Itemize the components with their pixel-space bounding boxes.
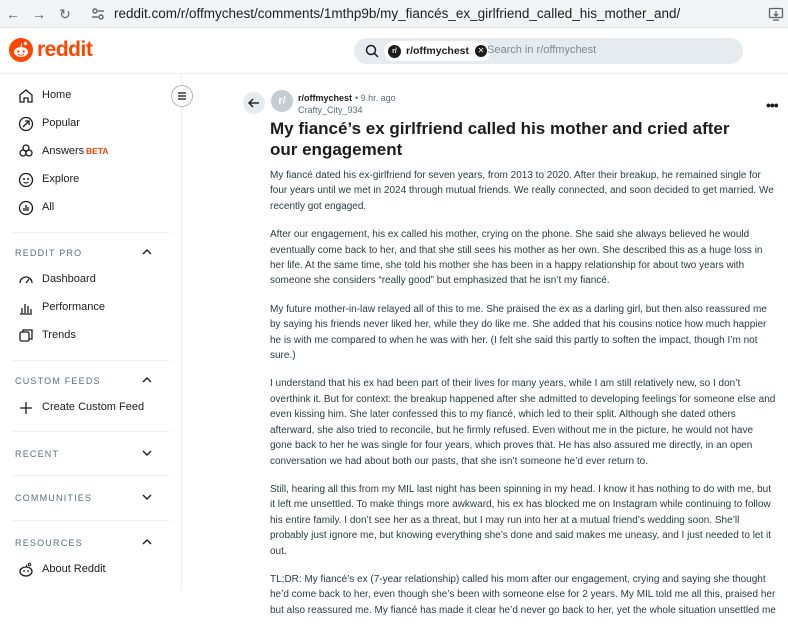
arrow-left-icon (248, 98, 259, 108)
reddit-logo-icon (9, 38, 33, 62)
sidebar-divider (12, 431, 170, 432)
subreddit-chip-avatar: r/ (388, 44, 401, 58)
post-paragraph: After our engagement, his ex called his … (270, 229, 763, 287)
search-input[interactable]: Search in r/offmychest (487, 44, 596, 56)
sidebar-item-label: Popular (42, 117, 80, 129)
sidebar-item-trends[interactable]: Trends (0, 323, 182, 349)
sidebar-item-home[interactable]: Home (0, 83, 182, 109)
dashboard-icon (19, 276, 33, 284)
popular-icon (18, 116, 34, 132)
sidebar-item-answers[interactable]: Answers BETA (0, 139, 182, 165)
section-title-reddit-pro[interactable]: REDDIT PRO (15, 248, 82, 258)
post-author[interactable]: Crafty_City_934 (298, 105, 363, 115)
left-sidebar: Home Popular Answers BETA Explore All RE… (0, 75, 182, 590)
sidebar-item-label: Explore (42, 173, 80, 185)
beta-badge: BETA (86, 146, 109, 156)
plus-icon (20, 402, 32, 414)
sidebar-item-create-custom-feed[interactable]: Create Custom Feed (0, 395, 182, 421)
chevron-up-icon[interactable] (142, 247, 152, 257)
sidebar-divider (12, 232, 170, 233)
sidebar-item-about-reddit[interactable]: About Reddit (0, 557, 182, 583)
post-body: My fiancé dated his ex-girlfriend for se… (270, 168, 778, 631)
sidebar-item-label: Answers (42, 145, 85, 157)
section-title-resources[interactable]: RESOURCES (15, 538, 83, 548)
reddit-icon (19, 562, 33, 577)
sidebar-item-label: Home (42, 89, 72, 101)
reddit-logo[interactable]: reddit (9, 38, 93, 62)
post-paragraph: I understand that his ex had been part o… (270, 378, 776, 467)
post-paragraph: My future mother-in-law relayed all of t… (270, 303, 767, 362)
search-bar[interactable]: r/ r/offmychest ✕ Search in r/offmychest (354, 38, 743, 64)
sidebar-item-popular[interactable]: Popular (0, 111, 182, 137)
post-paragraph: My fiancé dated his ex-girlfriend for se… (270, 170, 774, 212)
hamburger-icon (178, 92, 186, 100)
more-options-icon[interactable]: ••• (766, 97, 779, 113)
subreddit-avatar[interactable]: r/ (271, 90, 293, 112)
subreddit-link[interactable]: r/offmychest (298, 93, 352, 103)
sidebar-item-label: Trends (42, 329, 76, 341)
explore-icon (18, 172, 34, 188)
sidebar-item-explore[interactable]: Explore (0, 167, 182, 193)
chevron-down-icon[interactable] (142, 448, 152, 458)
subreddit-search-chip[interactable]: r/ r/offmychest ✕ (384, 41, 492, 61)
sidebar-item-label: All (42, 201, 55, 213)
sidebar-divider (12, 475, 170, 476)
sidebar-toggle-button[interactable] (171, 85, 193, 107)
sidebar-item-label: Performance (42, 301, 105, 313)
browser-toolbar: ← → ↻ reddit.com/r/offmychest/comments/1… (0, 0, 788, 28)
subreddit-chip-label: r/offmychest (406, 45, 470, 57)
section-title-recent[interactable]: RECENT (15, 449, 59, 459)
sidebar-item-label: Create Custom Feed (42, 401, 145, 413)
chevron-down-icon[interactable] (142, 492, 152, 502)
trends-icon (19, 329, 33, 342)
performance-icon (20, 304, 32, 315)
back-button[interactable] (243, 92, 265, 114)
browser-reload-icon[interactable]: ↻ (56, 5, 74, 23)
browser-forward-icon[interactable]: → (30, 5, 48, 23)
chip-close-icon[interactable]: ✕ (475, 45, 488, 57)
install-app-icon[interactable] (768, 6, 784, 22)
chevron-up-icon[interactable] (142, 375, 152, 385)
site-settings-icon[interactable] (90, 6, 106, 22)
sidebar-item-dashboard[interactable]: Dashboard (0, 267, 182, 293)
section-title-custom-feeds[interactable]: CUSTOM FEEDS (15, 376, 101, 386)
sidebar-divider (12, 520, 170, 521)
search-icon (365, 44, 379, 58)
section-title-communities[interactable]: COMMUNITIES (15, 493, 92, 503)
home-icon (19, 89, 33, 103)
reddit-wordmark: reddit (37, 38, 93, 61)
post-timestamp: • 9 hr. ago (355, 93, 396, 103)
site-header: reddit r/ r/offmychest ✕ Search in r/off… (0, 28, 788, 74)
sidebar-item-label: Dashboard (42, 273, 96, 285)
post-paragraph: TL;DR: My fiancé’s ex (7-year relationsh… (270, 573, 776, 616)
browser-back-icon[interactable]: ← (4, 5, 22, 23)
post-title: My fiancé’s ex girlfriend called his mot… (270, 119, 730, 159)
chevron-up-icon[interactable] (142, 537, 152, 547)
answers-icon (19, 144, 33, 157)
post-paragraph: Still, hearing all this from my MIL last… (270, 483, 772, 557)
all-icon (18, 200, 34, 216)
sidebar-item-label: About Reddit (42, 563, 106, 575)
sidebar-item-all[interactable]: All (0, 195, 182, 221)
sidebar-divider (12, 360, 170, 361)
address-bar[interactable]: reddit.com/r/offmychest/comments/1mthp9b… (114, 6, 680, 21)
sidebar-item-performance[interactable]: Performance (0, 295, 182, 321)
